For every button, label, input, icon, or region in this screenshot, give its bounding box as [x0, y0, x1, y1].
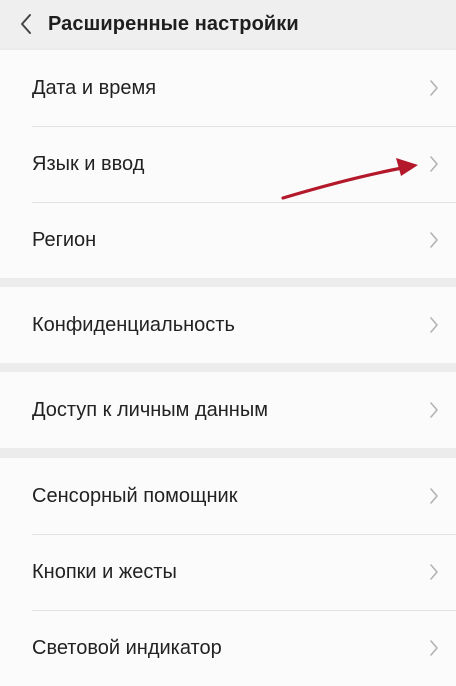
item-label: Язык и ввод [32, 152, 145, 175]
language-input-item[interactable]: Язык и ввод [0, 126, 456, 202]
settings-group-privacy: Конфиденциальность [0, 287, 456, 363]
date-time-item[interactable]: Дата и время [0, 50, 456, 126]
chevron-right-icon [426, 562, 442, 582]
settings-group-controls: Сенсорный помощник Кнопки и жесты Светов… [0, 458, 456, 686]
chevron-right-icon [426, 400, 442, 420]
item-label: Сенсорный помощник [32, 484, 238, 507]
chevron-right-icon [426, 315, 442, 335]
chevron-right-icon [426, 154, 442, 174]
buttons-gestures-item[interactable]: Кнопки и жесты [0, 534, 456, 610]
personal-data-access-item[interactable]: Доступ к личным данным [0, 372, 456, 448]
chevron-right-icon [426, 638, 442, 658]
chevron-left-icon [21, 14, 31, 34]
chevron-right-icon [426, 78, 442, 98]
chevron-right-icon [426, 486, 442, 506]
item-label: Световой индикатор [32, 636, 222, 659]
region-item[interactable]: Регион [0, 202, 456, 278]
item-label: Конфиденциальность [32, 313, 235, 336]
item-label: Дата и время [32, 76, 157, 99]
item-label: Доступ к личным данным [32, 398, 268, 421]
page-title: Расширенные настройки [48, 12, 299, 35]
chevron-right-icon [426, 230, 442, 250]
item-label: Кнопки и жесты [32, 560, 177, 583]
item-label: Регион [32, 228, 97, 251]
touch-assistant-item[interactable]: Сенсорный помощник [0, 458, 456, 534]
privacy-item[interactable]: Конфиденциальность [0, 287, 456, 363]
settings-group-general: Дата и время Язык и ввод Регион [0, 50, 456, 278]
settings-group-data-access: Доступ к личным данным [0, 372, 456, 448]
back-button[interactable] [6, 4, 46, 44]
top-bar: Расширенные настройки [0, 0, 456, 48]
led-indicator-item[interactable]: Световой индикатор [0, 610, 456, 686]
